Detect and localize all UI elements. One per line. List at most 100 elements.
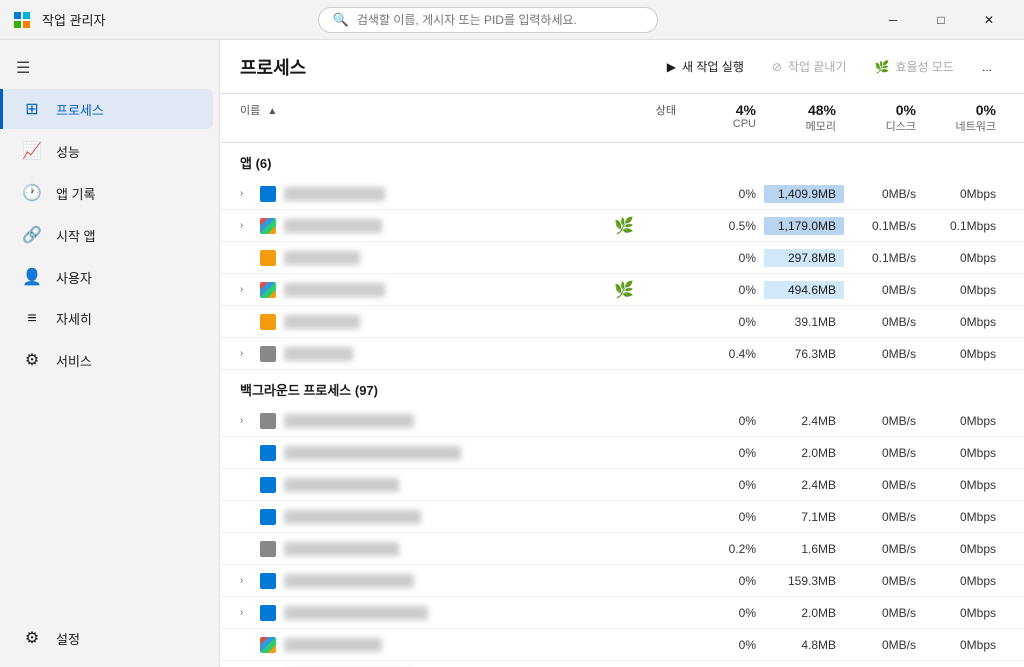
expand-arrow[interactable]: › [240, 188, 252, 199]
col-header-network[interactable]: 0% 네트워크 [924, 100, 1004, 136]
process-name-cell: ›●●●● ●●●●●●●●● [240, 218, 564, 234]
table-row[interactable]: ●●●●● ●●●●●●●●0%4.8MB0MB/s0Mbps [220, 629, 1024, 661]
table-row[interactable]: ›●●●● ●●● ●●●●●●0%1,409.9MB0MB/s0Mbps [220, 178, 1024, 210]
main-content: ☰ ⊞ 프로세스 📈 성능 🕐 앱 기록 🔗 시작 앱 👤 사용자 ≡ 자세히 … [0, 40, 1024, 667]
expand-arrow[interactable]: › [240, 284, 252, 295]
new-task-button[interactable]: ▶ 새 작업 실행 [655, 52, 756, 81]
col-header-memory[interactable]: 48% 메모리 [764, 100, 844, 136]
sidebar-item-settings[interactable]: ⚙ 설정 [6, 618, 213, 658]
eco-icon: 🌿 [614, 216, 634, 236]
process-memory: 2.0MB [764, 604, 844, 622]
table-row[interactable]: ›●●●●● ●●●●●●●● ●●●●●●0%2.0MB0MB/s0Mbps [220, 597, 1024, 629]
expand-arrow[interactable]: › [240, 415, 252, 426]
process-disk: 0MB/s [844, 313, 924, 331]
sidebar-item-processes[interactable]: ⊞ 프로세스 [0, 89, 213, 129]
process-memory: 1,179.0MB [764, 217, 844, 235]
sidebar-item-users[interactable]: 👤 사용자 [6, 257, 213, 297]
process-network: 0Mbps [924, 508, 1004, 526]
search-bar[interactable]: 🔍 [318, 7, 658, 33]
process-icon [260, 250, 276, 266]
process-name-cell: ●●●● ●●●●●● [240, 314, 564, 330]
table-row[interactable]: ●●●●● ●●● ●●●●●●●●● ●●●●●●0%2.0MB0MB/s0M… [220, 437, 1024, 469]
process-disk: 0MB/s [844, 345, 924, 363]
table-row[interactable]: ›●●●● ●●●●●●●●●🌿0.5%1,179.0MB0.1MB/s0.1M… [220, 210, 1024, 242]
process-disk: 0MB/s [844, 572, 924, 590]
sidebar-label-startup: 시작 앱 [56, 226, 96, 245]
network-label: 네트워크 [956, 121, 996, 133]
table-row[interactable]: ●●●●●●● ●●●0%297.8MB0.1MB/s0Mbps [220, 242, 1024, 274]
eco-icon: 🌿 [614, 280, 634, 300]
new-task-label: 새 작업 실행 [682, 58, 744, 75]
col-header-status: 상태 [564, 100, 684, 136]
process-cpu: 0% [684, 476, 764, 494]
process-name-cell: ›●●●●● ●●● ●●●●●●●●● [240, 573, 564, 589]
expand-arrow[interactable]: › [240, 575, 252, 586]
efficiency-mode-button[interactable]: 🌿 효율성 모드 [862, 52, 966, 81]
table-row[interactable]: ›●●● ●●●●●●0.4%76.3MB0MB/s0Mbps [220, 338, 1024, 370]
table-row[interactable]: ●●●●●● ●●●●●● ●●●0.2%1.6MB0MB/s0Mbps [220, 533, 1024, 565]
table-row[interactable]: ●●●●●●●● ●●● ●●●●●●●0%7.1MB0MB/s0Mbps [220, 501, 1024, 533]
sidebar-label-app-history: 앱 기록 [56, 184, 96, 203]
network-pct: 0% [932, 102, 996, 118]
process-status-cell [564, 256, 684, 260]
col-header-name[interactable]: 이름 ▲ [240, 100, 564, 136]
table-row[interactable]: ›●●●●● ●●● ●●●●●●●●●0%2.4MB0MB/s0Mbps [220, 405, 1024, 437]
more-icon: ... [982, 60, 992, 74]
expand-arrow[interactable]: › [240, 220, 252, 231]
sidebar-item-app-history[interactable]: 🕐 앱 기록 [6, 173, 213, 213]
process-name-cell: ●●●●●●●● ●●● ●●●●●●● [240, 509, 564, 525]
sidebar-item-details[interactable]: ≡ 자세히 [6, 299, 213, 338]
process-cpu: 0% [684, 604, 764, 622]
table-container[interactable]: 이름 ▲ 상태 4% CPU 48% 메모리 0% 디스크 [220, 94, 1024, 667]
table-body: 앱 (6)›●●●● ●●● ●●●●●●0%1,409.9MB0MB/s0Mb… [220, 143, 1024, 667]
process-status-cell [564, 192, 684, 196]
process-disk: 0MB/s [844, 508, 924, 526]
expand-arrow[interactable]: › [240, 348, 252, 359]
hamburger-menu[interactable]: ☰ [0, 48, 219, 88]
table-header: 이름 ▲ 상태 4% CPU 48% 메모리 0% 디스크 [220, 94, 1024, 143]
content-header: 프로세스 ▶ 새 작업 실행 ⊘ 작업 끝내기 🌿 효율성 모드 ... [220, 40, 1024, 94]
process-name-cell: ●●●●● ●●● ●●●●●●●●● ●●●●●● [240, 445, 564, 461]
sidebar-item-services[interactable]: ⚙ 서비스 [6, 340, 213, 380]
process-icon [260, 413, 276, 429]
process-icon [260, 477, 276, 493]
process-status-cell [564, 419, 684, 423]
sidebar-label-users: 사용자 [56, 268, 92, 287]
more-button[interactable]: ... [970, 54, 1004, 80]
table-row[interactable]: ›●●● ●●●● ●●●●●●🌿0%494.6MB0MB/s0Mbps [220, 274, 1024, 306]
process-disk: 0MB/s [844, 444, 924, 462]
maximize-button[interactable]: □ [918, 4, 964, 36]
minimize-button[interactable]: ─ [870, 4, 916, 36]
process-icon [260, 605, 276, 621]
process-network: 0Mbps [924, 540, 1004, 558]
sidebar-item-performance[interactable]: 📈 성능 [6, 131, 213, 171]
memory-pct: 48% [772, 102, 836, 118]
table-row[interactable]: ›●●●●● ●●● ●●●●●●●●●0%159.3MB0MB/s0Mbps [220, 565, 1024, 597]
col-header-cpu[interactable]: 4% CPU [684, 100, 764, 136]
table-row[interactable]: ●●●● ●●●●● ●●●●●●0%2.4MB0MB/s0Mbps [220, 469, 1024, 501]
title-bar-controls: ─ □ ✕ [870, 4, 1012, 36]
end-task-button[interactable]: ⊘ 작업 끝내기 [760, 52, 859, 81]
process-icon [260, 282, 276, 298]
process-cpu: 0% [684, 572, 764, 590]
expand-arrow[interactable]: › [240, 607, 252, 618]
status-label: 상태 [656, 105, 676, 117]
settings-icon: ⚙ [22, 628, 42, 648]
sidebar-item-startup[interactable]: 🔗 시작 앱 [6, 215, 213, 255]
process-cpu: 0% [684, 636, 764, 654]
close-button[interactable]: ✕ [966, 4, 1012, 36]
sidebar-bottom: ⚙ 설정 [0, 617, 219, 659]
process-memory: 2.0MB [764, 444, 844, 462]
col-header-disk[interactable]: 0% 디스크 [844, 100, 924, 136]
process-name-text: ●●●● ●●● ●●●●●● [284, 187, 385, 201]
search-input[interactable] [357, 13, 643, 27]
process-icon [260, 186, 276, 202]
sidebar-label-settings: 설정 [56, 629, 80, 648]
process-cpu: 0% [684, 249, 764, 267]
table-row[interactable]: ●●●● ●●●●●●●● ●●●●●0%11.0MB0MB/s0Mbps [220, 661, 1024, 667]
table-row[interactable]: ●●●● ●●●●●●0%39.1MB0MB/s0Mbps [220, 306, 1024, 338]
process-cpu: 0% [684, 412, 764, 430]
process-name-text: ●●● ●●●● ●●●●●● [284, 283, 385, 297]
process-status-cell [564, 547, 684, 551]
process-name-text: ●●● ●●●●●● [284, 347, 353, 361]
